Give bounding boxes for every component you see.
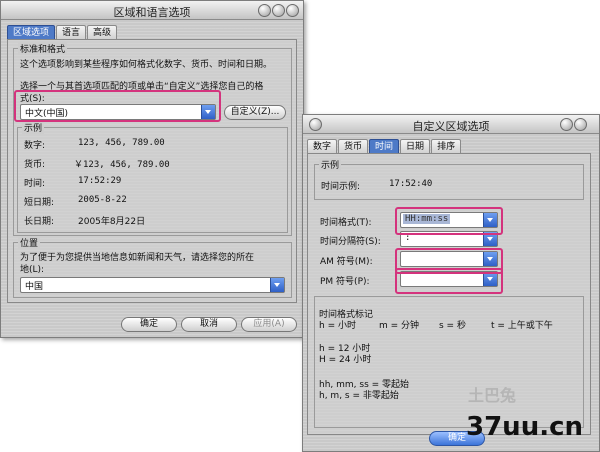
sample-number-label: 数字: xyxy=(24,141,46,151)
sample-currency-value: ￥123, 456, 789.00 xyxy=(74,160,170,170)
apply-button[interactable]: 应用(A) xyxy=(241,317,297,332)
tab-bar: 数字 货币 时间 日期 排序 xyxy=(307,139,462,154)
site-watermark: 37uu.cn xyxy=(466,412,583,442)
tab-numbers[interactable]: 数字 xyxy=(307,139,338,154)
sample-time-label: 时间: xyxy=(24,179,46,189)
pm-symbol-select[interactable] xyxy=(400,271,498,287)
sample-number-value: 123, 456, 789.00 xyxy=(78,138,165,148)
sample-long-date-value: 2005年8月22日 xyxy=(78,217,146,227)
tab-panel: 示例 时间示例: 17:52:40 时间格式(T): HH:mm:ss 时间分隔… xyxy=(307,153,591,435)
standards-group-label: 标准和格式 xyxy=(18,42,68,55)
location-group: 位置 为了便于为您提供当地信息如新闻和天气，请选择您的所在 地(L): 中国 xyxy=(13,236,292,298)
sample-group: 示例 数字: 123, 456, 789.00 货币: ￥123, 456, 7… xyxy=(17,121,288,233)
location-group-label: 位置 xyxy=(18,236,41,249)
sample-currency-label: 货币: xyxy=(24,160,46,170)
chevron-down-icon[interactable] xyxy=(483,252,497,266)
tab-panel: 标准和格式 这个选项影响到某些程序如何格式化数字、货币、时间和日期。 选择一个与… xyxy=(7,39,297,303)
time-sample-value: 17:52:40 xyxy=(389,179,433,189)
pm-symbol-label: PM 符号(P): xyxy=(320,277,370,287)
sample-group-label: 示例 xyxy=(22,121,45,134)
tab-date[interactable]: 日期 xyxy=(400,139,431,154)
customize-button[interactable]: 自定义(Z)... xyxy=(224,105,286,120)
faint-watermark: 土巴兔 xyxy=(468,386,517,405)
sample-group: 示例 时间示例: 17:52:40 xyxy=(314,158,584,200)
time-sample-label: 时间示例: xyxy=(321,182,361,192)
tab-bar: 区域选项 语言 高级 xyxy=(7,25,118,40)
notation-ampm: t = 上午或下午 xyxy=(491,321,553,331)
standards-group: 标准和格式 这个选项影响到某些程序如何格式化数字、货币、时间和日期。 选择一个与… xyxy=(13,42,292,236)
cancel-button[interactable]: 取消 xyxy=(181,317,237,332)
notation-hour: h = 小时 xyxy=(319,321,356,331)
chevron-down-icon[interactable] xyxy=(483,232,497,246)
customize-regional-options-window: 自定义区域选项 数字 货币 时间 日期 排序 示例 时间示例: 17:52:40… xyxy=(302,114,600,452)
notation-second: s = 秒 xyxy=(439,321,466,331)
am-symbol-select[interactable] xyxy=(400,251,498,267)
chevron-down-icon[interactable] xyxy=(483,272,497,286)
title-bar[interactable]: 区域和语言选项 xyxy=(1,1,303,20)
window-title: 自定义区域选项 xyxy=(412,120,490,133)
format-prompt-line2: 式(S): xyxy=(20,94,45,104)
notation-24-hour: H = 24 小时 xyxy=(319,355,372,365)
tab-time[interactable]: 时间 xyxy=(369,139,400,154)
tab-sort[interactable]: 排序 xyxy=(431,139,462,154)
sample-time-value: 17:52:29 xyxy=(78,176,122,186)
time-format-select[interactable]: HH:mm:ss xyxy=(400,212,498,228)
time-format-label: 时间格式(T): xyxy=(320,218,372,228)
format-prompt-line1: 选择一个与其首选项匹配的项或单击“自定义”选择您自己的格 xyxy=(20,82,264,92)
tab-regional-options[interactable]: 区域选项 xyxy=(7,25,56,40)
tab-languages[interactable]: 语言 xyxy=(56,25,87,40)
zoom-icon[interactable] xyxy=(286,4,299,17)
ok-button[interactable]: 确定 xyxy=(121,317,177,332)
sample-short-date-label: 短日期: xyxy=(24,198,55,208)
notation-group: 时间格式标记 h = 小时 m = 分钟 s = 秒 t = 上午或下午 h =… xyxy=(314,296,584,428)
tab-advanced[interactable]: 高级 xyxy=(87,25,118,40)
time-separator-label: 时间分隔符(S): xyxy=(320,237,381,247)
standards-description: 这个选项影响到某些程序如何格式化数字、货币、时间和日期。 xyxy=(20,60,273,70)
am-symbol-label: AM 符号(M): xyxy=(320,257,373,267)
format-select[interactable]: 中文(中国) xyxy=(20,104,216,120)
notation-no-leading-zero: h, m, s = 非零起始 xyxy=(319,391,399,401)
sample-group-label: 示例 xyxy=(319,158,342,171)
chevron-down-icon[interactable] xyxy=(483,213,497,227)
location-select-value: 中国 xyxy=(25,282,44,292)
tab-currency[interactable]: 货币 xyxy=(338,139,369,154)
sample-short-date-value: 2005-8-22 xyxy=(78,195,127,205)
format-select-value: 中文(中国) xyxy=(25,109,69,119)
minimize-icon[interactable] xyxy=(560,118,573,131)
title-bar[interactable]: 自定义区域选项 xyxy=(303,115,599,134)
sample-long-date-label: 长日期: xyxy=(24,217,55,227)
chevron-down-icon[interactable] xyxy=(270,278,284,292)
time-format-value: HH:mm:ss xyxy=(403,214,451,224)
location-description-line1: 为了便于为您提供当地信息如新闻和天气，请选择您的所在 xyxy=(20,253,255,263)
chevron-down-icon[interactable] xyxy=(201,105,215,119)
regional-options-window: 区域和语言选项 区域选项 语言 高级 标准和格式 这个选项影响到某些程序如何格式… xyxy=(0,0,304,338)
close-icon[interactable] xyxy=(258,4,271,17)
notation-minute: m = 分钟 xyxy=(379,321,420,331)
zoom-icon[interactable] xyxy=(574,118,587,131)
time-separator-value: : xyxy=(405,233,411,243)
minimize-icon[interactable] xyxy=(272,4,285,17)
location-select[interactable]: 中国 xyxy=(20,277,285,293)
time-separator-select[interactable]: : xyxy=(400,231,498,247)
location-description-line2: 地(L): xyxy=(20,265,45,275)
